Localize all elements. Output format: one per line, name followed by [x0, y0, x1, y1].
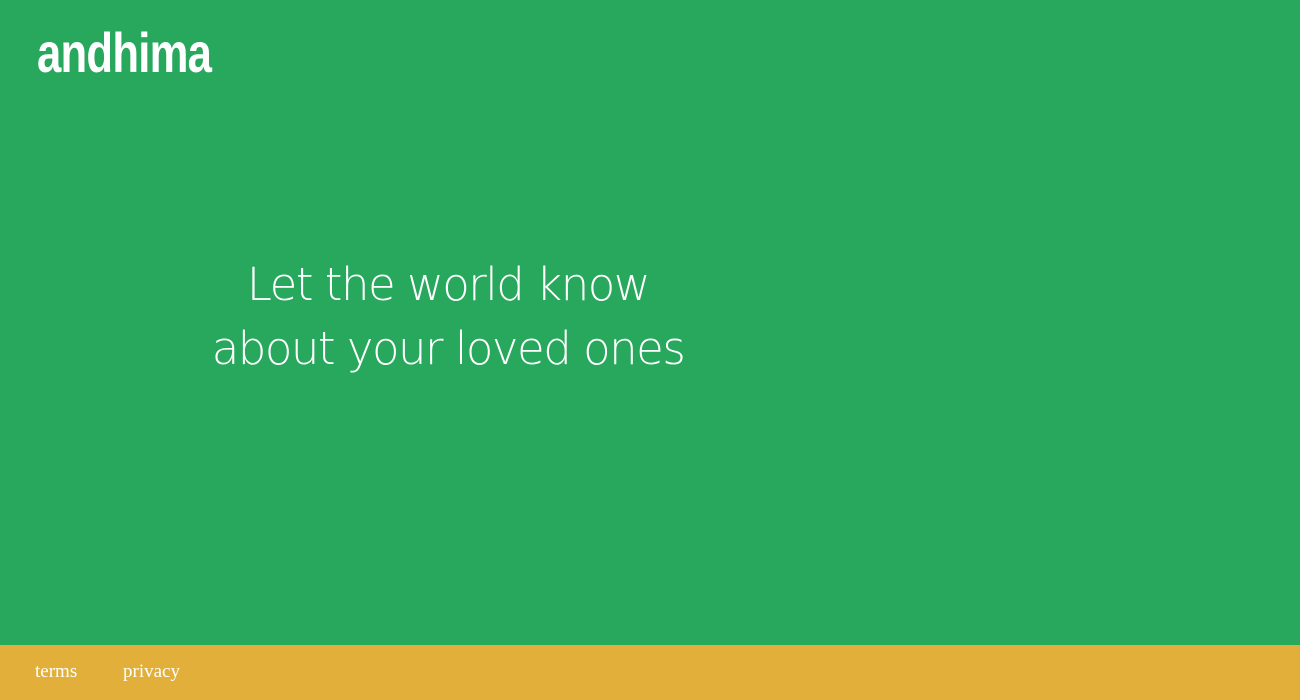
privacy-link[interactable]: privacy [123, 659, 180, 685]
hero-section: andhima Let the world know about your lo… [0, 0, 1300, 645]
hero-tagline: Let the world know about your loved ones [198, 253, 698, 381]
tagline-line-1: Let the world know [246, 258, 651, 311]
brand-logo[interactable]: andhima [37, 18, 212, 88]
footer-bar: terms privacy [0, 645, 1300, 700]
tagline-line-2: about your loved ones [211, 322, 686, 375]
terms-link[interactable]: terms [35, 659, 77, 685]
